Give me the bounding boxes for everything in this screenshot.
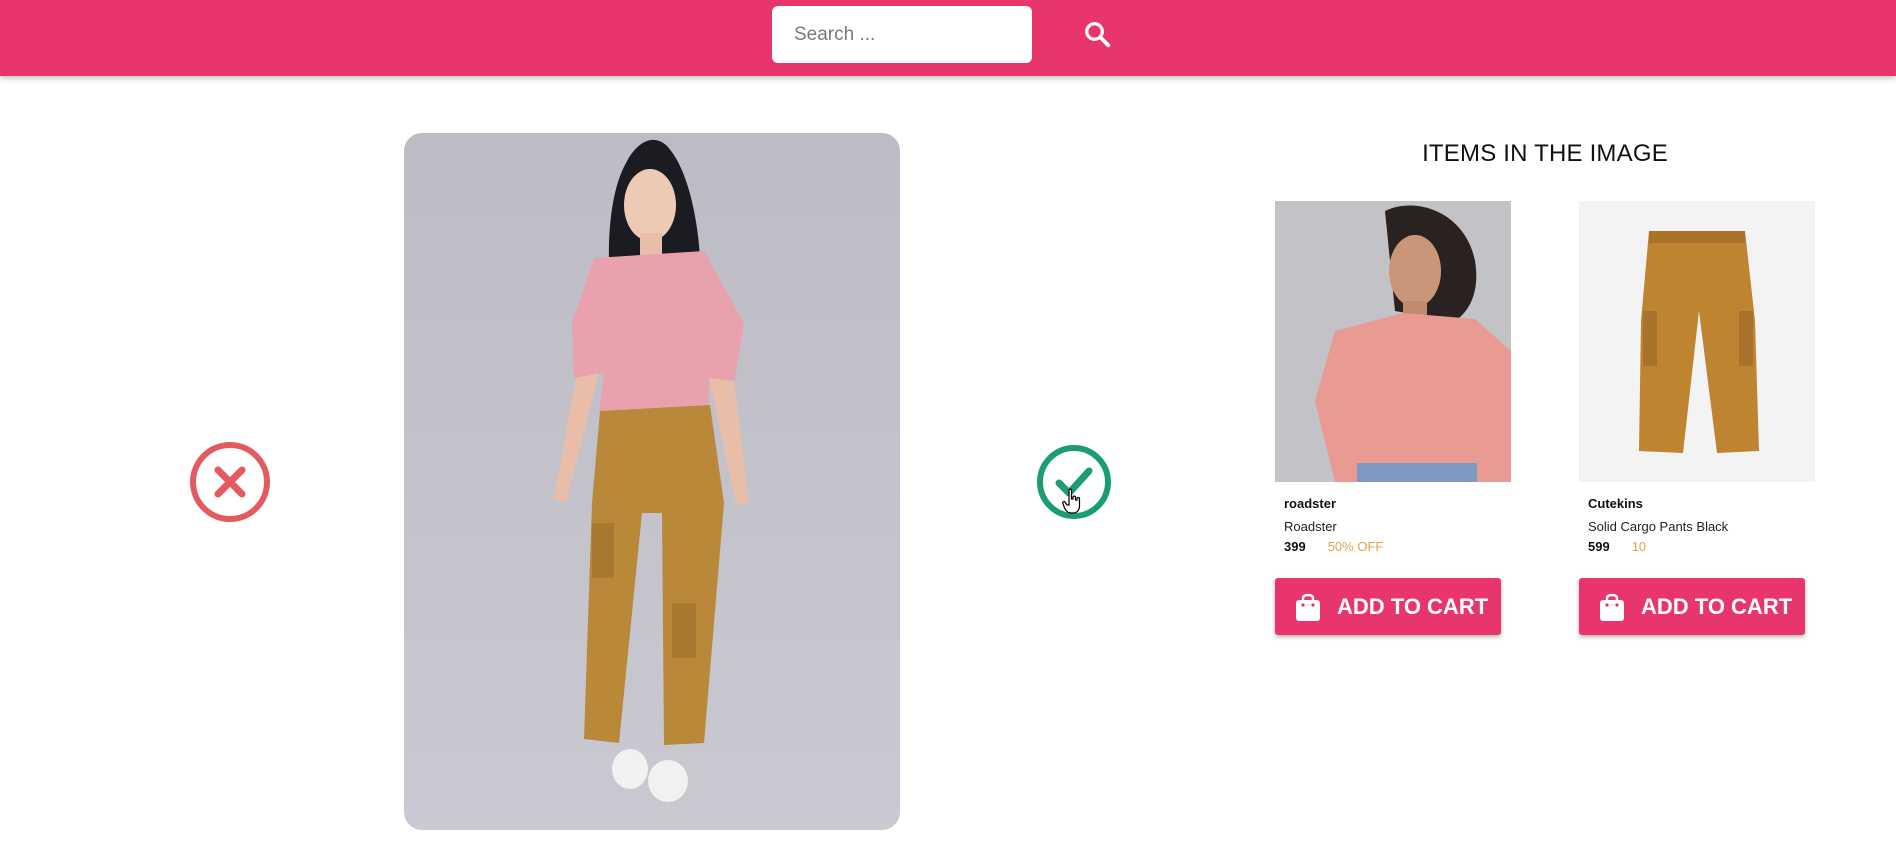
items-heading: ITEMS IN THE IMAGE: [1422, 140, 1668, 167]
product-brand: roadster: [1284, 496, 1337, 511]
outfit-image: [404, 133, 900, 830]
product-card[interactable]: roadster Roadster 399 50% OFF ADD TO CAR…: [1275, 201, 1511, 635]
reject-button[interactable]: [188, 440, 272, 524]
add-to-cart-button[interactable]: ADD TO CART: [1275, 578, 1501, 635]
add-to-cart-button[interactable]: ADD TO CART: [1579, 578, 1805, 635]
product-brand: Cutekins: [1588, 496, 1643, 511]
search-icon: [1085, 21, 1111, 47]
product-price: 399: [1284, 539, 1306, 554]
shopping-bag-icon: [1296, 593, 1320, 621]
hand-pointer-icon: [1062, 488, 1081, 514]
product-price: 599: [1588, 539, 1610, 554]
add-to-cart-label: ADD TO CART: [1337, 593, 1489, 619]
product-name: Roadster: [1284, 519, 1337, 534]
product-card[interactable]: Cutekins Solid Cargo Pants Black 599 10 …: [1579, 201, 1815, 635]
shopping-bag-icon: [1600, 593, 1624, 621]
add-to-cart-label: ADD TO CART: [1641, 593, 1793, 619]
search-input[interactable]: [772, 6, 1032, 63]
product-image[interactable]: [1579, 201, 1815, 482]
top-bar: [0, 0, 1896, 76]
product-name: Solid Cargo Pants Black: [1588, 519, 1729, 534]
close-circle-icon: [190, 442, 270, 522]
search-button[interactable]: [1080, 18, 1114, 52]
product-image[interactable]: [1275, 201, 1511, 482]
product-discount: 10: [1631, 539, 1647, 554]
product-discount: 50% OFF: [1327, 539, 1384, 554]
